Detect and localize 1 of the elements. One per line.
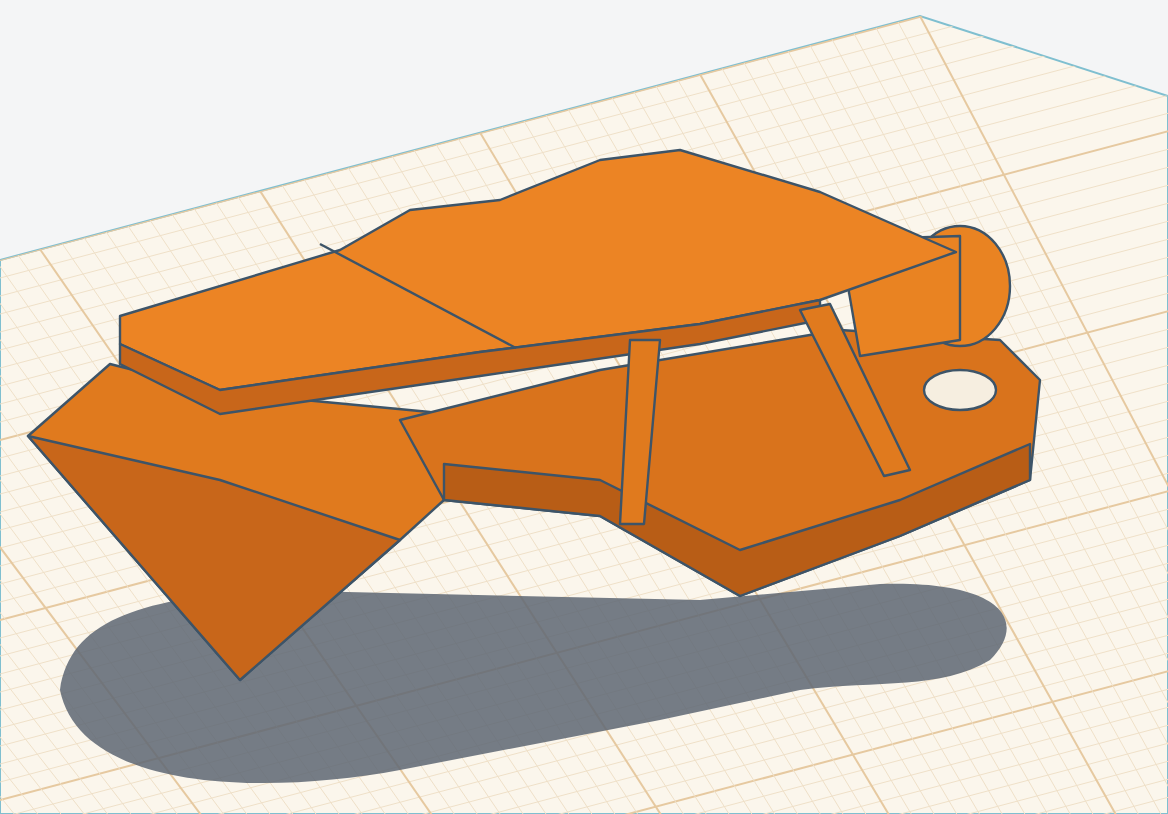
3d-model-drawing[interactable] [26, 148, 1042, 682]
